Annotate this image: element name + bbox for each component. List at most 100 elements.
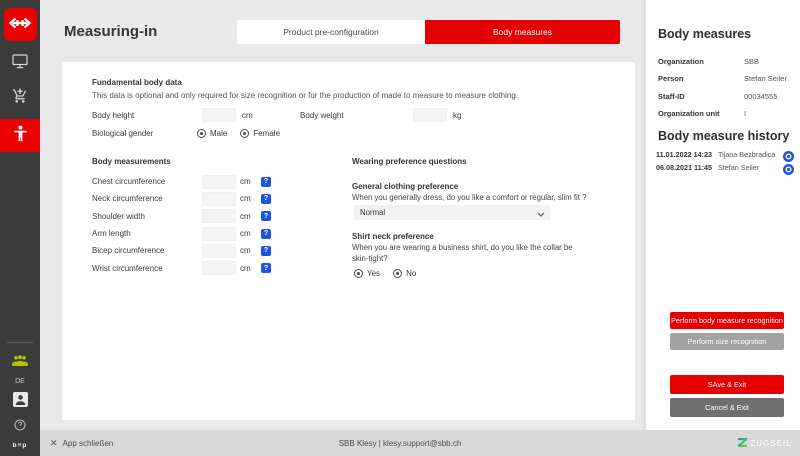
info-row-person: Person Stefan Seiler	[658, 70, 792, 87]
tab-product-pre-configuration[interactable]: Product pre-configuration	[237, 20, 425, 44]
measurement-unit: cm	[240, 229, 253, 238]
body-measurements-title: Body measurements	[92, 157, 342, 166]
body-weight-input[interactable]	[413, 108, 447, 122]
bicep-circumference-input[interactable]	[202, 244, 236, 258]
gender-radio-female[interactable]: Female	[240, 129, 280, 138]
wearing-preferences-title: Wearing preference questions	[352, 157, 614, 166]
measurement-label: Arm length	[92, 229, 202, 238]
sidebar-item-measuring-active[interactable]	[0, 119, 40, 152]
help-icon[interactable]: ?	[261, 229, 271, 239]
help-circle-icon	[14, 418, 26, 436]
gender-radio-male[interactable]: Male	[197, 129, 227, 138]
panel-title: Body measures	[658, 27, 751, 41]
help-icon[interactable]: ?	[261, 263, 271, 273]
help-icon[interactable]: ?	[261, 177, 271, 187]
history-list: 11.01.2022 14:23 Tijana Bezbradica 06.08…	[656, 148, 794, 174]
measurement-row-neck: Neck circumference cm ?	[92, 190, 342, 207]
view-history-eye-icon[interactable]	[783, 149, 794, 160]
info-row-staff-id: Staff-ID 00034555	[658, 88, 792, 105]
measurement-unit: cm	[240, 194, 253, 203]
team-group-icon	[12, 353, 28, 371]
cancel-exit-button[interactable]: Cancel & Exit	[670, 398, 784, 417]
gender-female-label: Female	[253, 129, 280, 138]
radio-icon	[197, 129, 206, 138]
help-icon[interactable]: ?	[261, 246, 271, 256]
measurement-row-chest: Chest circumference cm ?	[92, 173, 342, 190]
measuring-form-card: Fundamental body data This data is optio…	[62, 62, 635, 420]
body-height-label: Body height	[92, 111, 134, 120]
neck-circumference-input[interactable]	[202, 192, 236, 206]
monitor-icon	[12, 54, 28, 74]
sidebar-brand-logo: b≡p	[13, 442, 28, 449]
measurement-unit: cm	[240, 264, 253, 273]
language-indicator[interactable]: DE	[15, 378, 25, 385]
tab-body-measures[interactable]: Body measures	[425, 20, 620, 44]
body-measurements-section: Body measurements Chest circumference cm…	[92, 157, 342, 277]
fundamental-section-title: Fundamental body data	[92, 78, 611, 87]
sidebar-item-cart[interactable]	[0, 85, 40, 111]
chevron-down-icon	[537, 204, 545, 222]
view-history-eye-icon[interactable]	[783, 162, 794, 173]
gender-row: Biological gender Male Female	[92, 126, 293, 140]
add-shopping-cart-icon	[12, 88, 28, 109]
sidebar-item-profile[interactable]	[13, 392, 28, 412]
help-icon[interactable]: ?	[261, 194, 271, 204]
help-icon[interactable]: ?	[261, 211, 271, 221]
footer-bar: ✕ App schließen SBB Klesy | klesy.suppor…	[40, 430, 800, 456]
measurement-unit: cm	[240, 177, 253, 186]
sidebar-item-help[interactable]	[14, 418, 26, 436]
history-name: Stefan Seiler	[718, 163, 783, 172]
info-value: 00034555	[744, 92, 777, 101]
clothing-preference-select[interactable]: Normal	[354, 205, 551, 220]
fundamental-section-description: This data is optional and only required …	[92, 91, 611, 100]
close-app-button[interactable]: ✕ App schließen	[50, 438, 113, 449]
clothing-preference-value: Normal	[360, 208, 537, 217]
body-height-input[interactable]	[202, 108, 236, 122]
save-exit-button[interactable]: SAve & Exit	[670, 375, 784, 394]
measurement-label: Chest circumference	[92, 177, 202, 186]
measurement-row-wrist: Wrist circumference cm ?	[92, 259, 342, 276]
gender-label: Biological gender	[92, 129, 197, 138]
measurement-label: Shoulder width	[92, 212, 202, 221]
sbb-logo	[4, 8, 37, 41]
history-title: Body measure history	[658, 129, 789, 143]
info-value: Stefan Seiler	[744, 74, 787, 83]
shirt-neck-radio-no[interactable]: No	[393, 269, 416, 278]
general-clothing-preference-title: General clothing preference	[352, 182, 458, 191]
info-label: Staff-ID	[658, 92, 744, 101]
shirt-neck-radio-yes[interactable]: Yes	[354, 269, 380, 278]
body-height-unit: cm	[242, 111, 253, 120]
measurement-row-bicep: Bicep circumference cm ?	[92, 242, 342, 259]
sbb-double-arrow-icon	[9, 16, 31, 34]
general-clothing-preference-question: When you generally dress, do you like a …	[352, 193, 614, 202]
measurement-label: Neck circumference	[92, 194, 202, 203]
page-title: Measuring-in	[64, 23, 157, 40]
perform-body-measure-recognition-button[interactable]: Perform body measure recognition	[670, 312, 784, 329]
measurement-row-arm: Arm length cm ?	[92, 225, 342, 242]
info-value: I	[744, 109, 746, 118]
measurement-row-shoulder: Shoulder width cm ?	[92, 208, 342, 225]
body-weight-label: Body weight	[300, 111, 344, 120]
sidebar-item-team[interactable]	[12, 353, 28, 371]
wearing-preferences-section: Wearing preference questions General clo…	[352, 157, 614, 166]
measurement-unit: cm	[240, 212, 253, 221]
arm-length-input[interactable]	[202, 227, 236, 241]
perform-size-recognition-button[interactable]: Perform size recognition	[670, 333, 784, 350]
info-row-organization: Organization SBB	[658, 53, 792, 70]
measurement-label: Bicep circumference	[92, 246, 202, 255]
info-row-organization-unit: Organization unit I	[658, 105, 792, 122]
body-weight-unit: kg	[453, 111, 461, 120]
wrist-circumference-input[interactable]	[202, 261, 236, 275]
shirt-neck-radio-group: Yes No	[354, 269, 429, 278]
chest-circumference-input[interactable]	[202, 175, 236, 189]
close-app-label: App schließen	[63, 439, 114, 448]
measurement-unit: cm	[240, 246, 253, 255]
shirt-neck-no-label: No	[406, 269, 416, 278]
history-date: 11.01.2022 14:23	[656, 150, 718, 159]
sidebar-item-display[interactable]	[0, 51, 40, 77]
person-measure-icon	[13, 125, 28, 147]
shoulder-width-input[interactable]	[202, 209, 236, 223]
support-contact-text: SBB Klesy | klesy.support@sbb.ch	[40, 439, 760, 448]
shirt-neck-preference-title: Shirt neck preference	[352, 232, 434, 241]
shirt-neck-preference-question: When you are wearing a business shirt, d…	[352, 243, 587, 265]
